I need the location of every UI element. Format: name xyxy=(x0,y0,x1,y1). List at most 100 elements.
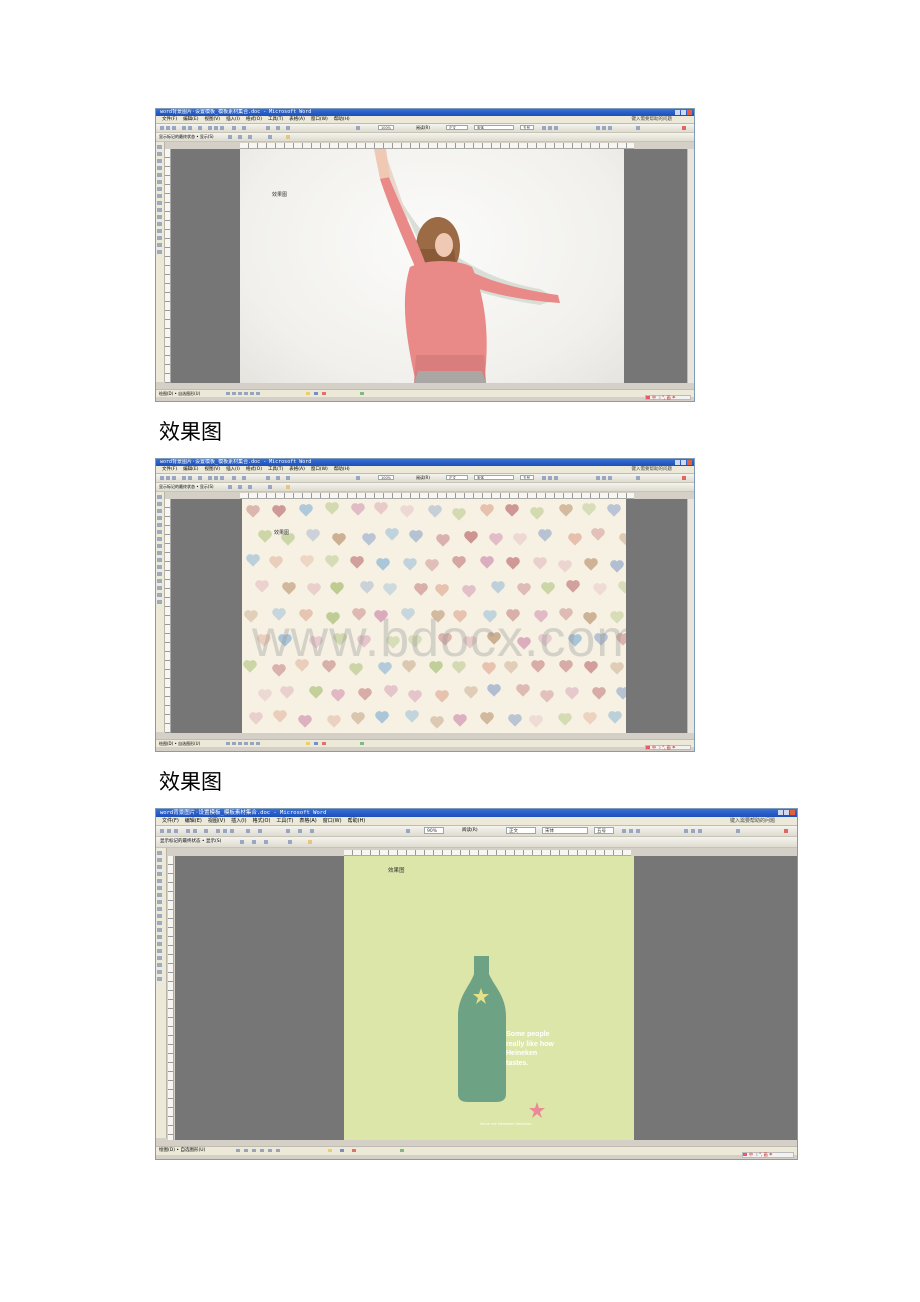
tool-icon[interactable] xyxy=(157,865,162,869)
font-size-select[interactable]: 五号 xyxy=(520,125,534,130)
arrow-icon[interactable] xyxy=(232,392,236,395)
tool-icon[interactable] xyxy=(157,942,162,946)
help-search-box[interactable]: 键入需要帮助的问题 xyxy=(632,466,673,473)
reviewing-pane-icon[interactable] xyxy=(286,135,290,139)
bullets-icon[interactable] xyxy=(636,126,640,130)
menu-tools[interactable]: 工具(T) xyxy=(276,817,293,825)
menu-view[interactable]: 视图(V) xyxy=(204,116,220,123)
review-display[interactable]: 显示标记的最终状态 • 显示(S) xyxy=(159,133,214,141)
wordart-icon[interactable] xyxy=(276,1149,280,1152)
tool-icon[interactable] xyxy=(157,173,162,177)
tool-icon[interactable] xyxy=(157,970,162,974)
document-page[interactable]: 效果图 xyxy=(240,149,624,383)
textbox-icon[interactable] xyxy=(250,742,254,745)
line-icon[interactable] xyxy=(226,742,230,745)
menu-insert[interactable]: 插入(I) xyxy=(226,466,240,473)
underline-icon[interactable] xyxy=(554,126,558,130)
save-icon[interactable] xyxy=(172,476,176,480)
tool-icon[interactable] xyxy=(157,180,162,184)
tool-icon[interactable] xyxy=(157,558,162,562)
ime-toolbar[interactable]: 中 ☽ °, 画 ☂ xyxy=(645,745,691,750)
tool-icon[interactable] xyxy=(157,907,162,911)
rect-icon[interactable] xyxy=(238,392,242,395)
tool-icon[interactable] xyxy=(157,222,162,226)
maximize-button[interactable] xyxy=(681,460,686,465)
menu-tools[interactable]: 工具(T) xyxy=(268,116,283,123)
tool-icon[interactable] xyxy=(157,851,162,855)
tool-icon[interactable] xyxy=(157,593,162,597)
tool-icon[interactable] xyxy=(157,600,162,604)
align-left-icon[interactable] xyxy=(596,126,600,130)
copy-icon[interactable] xyxy=(223,829,227,833)
paste-icon[interactable] xyxy=(220,126,224,130)
zoom-select[interactable]: 100% xyxy=(378,125,394,130)
close-button[interactable] xyxy=(790,810,795,815)
tool-icon[interactable] xyxy=(157,495,162,499)
underline-icon[interactable] xyxy=(636,829,640,833)
tool-icon[interactable] xyxy=(157,516,162,520)
copy-icon[interactable] xyxy=(214,126,218,130)
tool-icon[interactable] xyxy=(157,250,162,254)
wordart-icon[interactable] xyxy=(256,392,260,395)
menu-view[interactable]: 视图(V) xyxy=(204,466,220,473)
cut-icon[interactable] xyxy=(208,476,212,480)
align-right-icon[interactable] xyxy=(608,476,612,480)
track-icon[interactable] xyxy=(268,135,272,139)
line-color-icon[interactable] xyxy=(340,1149,344,1152)
menu-file[interactable]: 文件(F) xyxy=(162,116,177,123)
font-color-icon[interactable] xyxy=(682,126,686,130)
tool-icon[interactable] xyxy=(157,872,162,876)
rect-icon[interactable] xyxy=(252,1149,256,1152)
track-icon[interactable] xyxy=(268,485,272,489)
reading-button[interactable]: 阅读(R) xyxy=(416,124,430,132)
menu-edit[interactable]: 编辑(E) xyxy=(185,817,202,825)
preview-icon[interactable] xyxy=(188,126,192,130)
open-icon[interactable] xyxy=(166,476,170,480)
tool-icon[interactable] xyxy=(157,914,162,918)
line-color-icon[interactable] xyxy=(314,392,318,395)
line-icon[interactable] xyxy=(236,1149,240,1152)
tool-icon[interactable] xyxy=(157,879,162,883)
tool-icon[interactable] xyxy=(157,201,162,205)
tool-icon[interactable] xyxy=(157,159,162,163)
table-icon[interactable] xyxy=(286,829,290,833)
paste-icon[interactable] xyxy=(220,476,224,480)
font-color-icon[interactable] xyxy=(322,742,326,745)
open-icon[interactable] xyxy=(166,126,170,130)
bullets-icon[interactable] xyxy=(736,829,740,833)
tool-icon[interactable] xyxy=(157,236,162,240)
arrow-icon[interactable] xyxy=(232,742,236,745)
minimize-button[interactable] xyxy=(675,460,680,465)
tool-icon[interactable] xyxy=(157,194,162,198)
tool-icon[interactable] xyxy=(157,152,162,156)
menu-help[interactable]: 帮助(H) xyxy=(348,817,366,825)
tool-icon[interactable] xyxy=(157,187,162,191)
tool-icon[interactable] xyxy=(157,977,162,981)
comment-icon[interactable] xyxy=(248,135,252,139)
vertical-scrollbar[interactable] xyxy=(687,499,694,733)
open-icon[interactable] xyxy=(167,829,171,833)
tool-icon[interactable] xyxy=(157,166,162,170)
fill-color-icon[interactable] xyxy=(306,392,310,395)
reviewing-pane-icon[interactable] xyxy=(286,485,290,489)
wordart-icon[interactable] xyxy=(256,742,260,745)
bullets-icon[interactable] xyxy=(636,476,640,480)
font-select[interactable]: 宋体 xyxy=(474,125,514,130)
italic-icon[interactable] xyxy=(548,126,552,130)
undo-icon[interactable] xyxy=(246,829,250,833)
style-select[interactable]: 正文 xyxy=(506,827,536,834)
reading-button[interactable]: 阅读(R) xyxy=(462,826,478,836)
fill-color-icon[interactable] xyxy=(306,742,310,745)
oval-icon[interactable] xyxy=(260,1149,264,1152)
font-color-icon[interactable] xyxy=(784,829,788,833)
preview-icon[interactable] xyxy=(188,476,192,480)
columns-icon[interactable] xyxy=(276,476,280,480)
track-icon[interactable] xyxy=(288,840,292,844)
tool-icon[interactable] xyxy=(157,935,162,939)
print-icon[interactable] xyxy=(182,126,186,130)
ime-toolbar[interactable]: 中 ☽ °, 画 ☂ xyxy=(645,395,691,400)
font-select[interactable]: 宋体 xyxy=(542,827,588,834)
document-page[interactable]: Some people really like how Heineken tas… xyxy=(344,856,634,1140)
help-search-box[interactable]: 键入需要帮助的问题 xyxy=(730,817,775,825)
3d-icon[interactable] xyxy=(360,392,364,395)
